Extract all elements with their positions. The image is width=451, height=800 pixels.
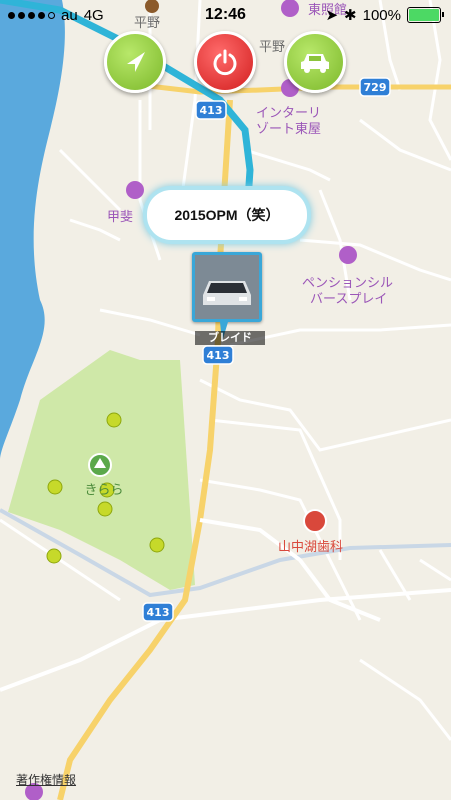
svg-text:413: 413 (207, 349, 230, 362)
vehicle-callout[interactable]: 2015OPM（笑） (147, 190, 307, 240)
network-type: 4G (83, 6, 104, 24)
svg-text:413: 413 (200, 104, 223, 117)
label-pension: ペンションシル (302, 276, 393, 291)
label-kirara: きらら (84, 483, 123, 498)
label-dental: 山中湖歯科 (278, 540, 343, 555)
callout-text: 2015OPM（笑） (174, 207, 280, 223)
signal-strength-icon (8, 11, 55, 19)
vehicle-button[interactable] (284, 31, 346, 93)
shield-413-mid: 413 (202, 345, 234, 365)
dental-poi-icon[interactable] (303, 509, 327, 533)
car-photo-icon (195, 255, 259, 319)
car-icon (301, 54, 329, 73)
label-pension-2: バースプレイ (310, 292, 387, 307)
battery-icon (407, 7, 444, 23)
status-bar: au 4G 12:46 ➤ ✱ 100% (0, 0, 451, 30)
label-koufu: 甲斐 (107, 210, 133, 225)
svg-text:729: 729 (364, 81, 387, 94)
vehicle-photo (195, 255, 259, 319)
label-interresort: インターリ (256, 106, 321, 121)
shield-413-top: 413 (195, 100, 227, 120)
vehicle-pin[interactable]: ブレイド (192, 252, 268, 348)
label-hirano: 平野 (259, 40, 285, 55)
navigate-arrow-icon (127, 52, 145, 72)
location-arrow-icon: ➤ (325, 7, 339, 24)
shield-413-bottom: 413 (142, 602, 174, 622)
power-button[interactable] (194, 31, 256, 93)
bluetooth-icon: ✱ (344, 7, 357, 24)
svg-text:413: 413 (147, 606, 170, 619)
copyright-link[interactable]: 著作権情報 (16, 771, 76, 788)
carrier-name: au (61, 6, 78, 24)
battery-percent: 100% (362, 6, 401, 24)
vehicle-name: ブレイド (195, 331, 265, 345)
navigate-button[interactable] (104, 31, 166, 93)
shield-729: 729 (359, 77, 391, 97)
power-icon (213, 49, 237, 76)
map-canvas[interactable]: 平野 平野 東照館 インターリ ゾート東屋 甲斐 ペンションシル バースプレイ … (0, 0, 451, 800)
label-interresort-2: ゾート東屋 (256, 121, 321, 137)
